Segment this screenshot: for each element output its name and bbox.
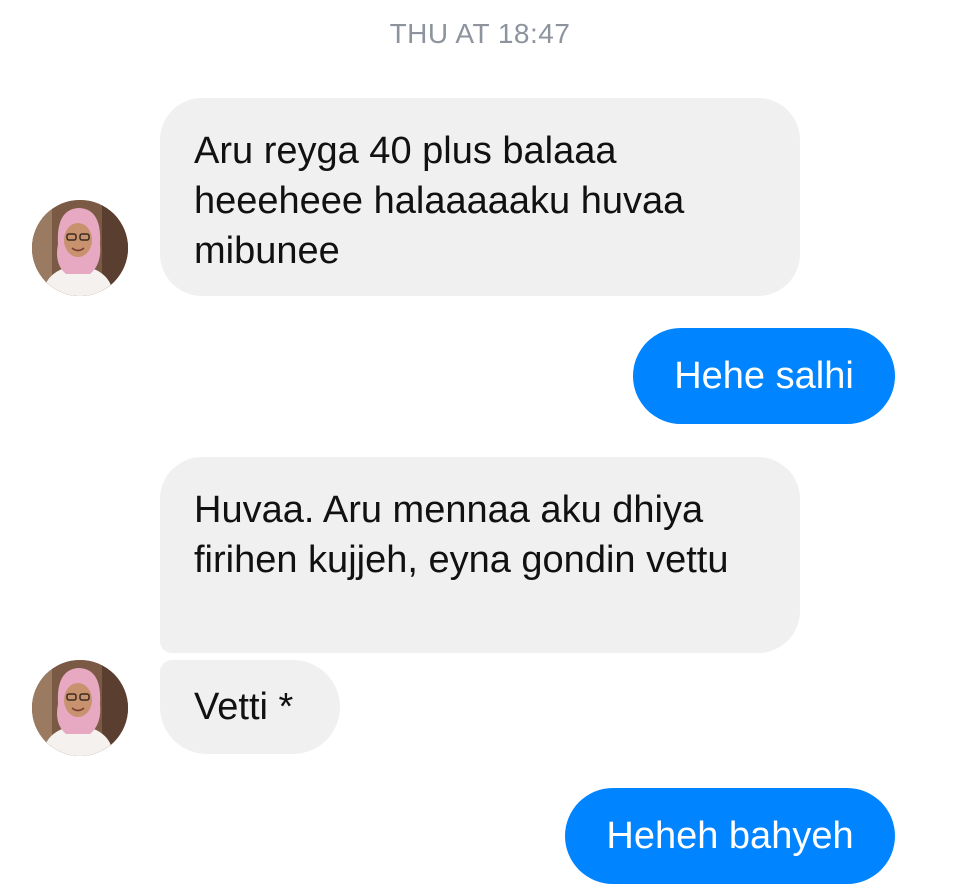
contact-avatar-icon[interactable] <box>32 200 128 296</box>
message-timestamp: THU AT 18:47 <box>389 18 571 49</box>
incoming-message-bubble[interactable]: Huvaa. Aru mennaa aku dhiya firihen kujj… <box>160 457 800 653</box>
contact-avatar-icon[interactable] <box>32 660 128 756</box>
incoming-message-bubble[interactable]: Aru reyga 40 plus balaaa heeeheee halaaa… <box>160 98 800 296</box>
chat-thread: THU AT 18:47 Aru reyga 40 plus balaaa he… <box>0 0 960 885</box>
incoming-message-bubble[interactable]: Vetti * <box>160 660 340 754</box>
outgoing-message-bubble[interactable]: Hehe salhi <box>633 328 895 424</box>
outgoing-message-bubble[interactable]: Heheh bahyeh <box>565 788 895 884</box>
